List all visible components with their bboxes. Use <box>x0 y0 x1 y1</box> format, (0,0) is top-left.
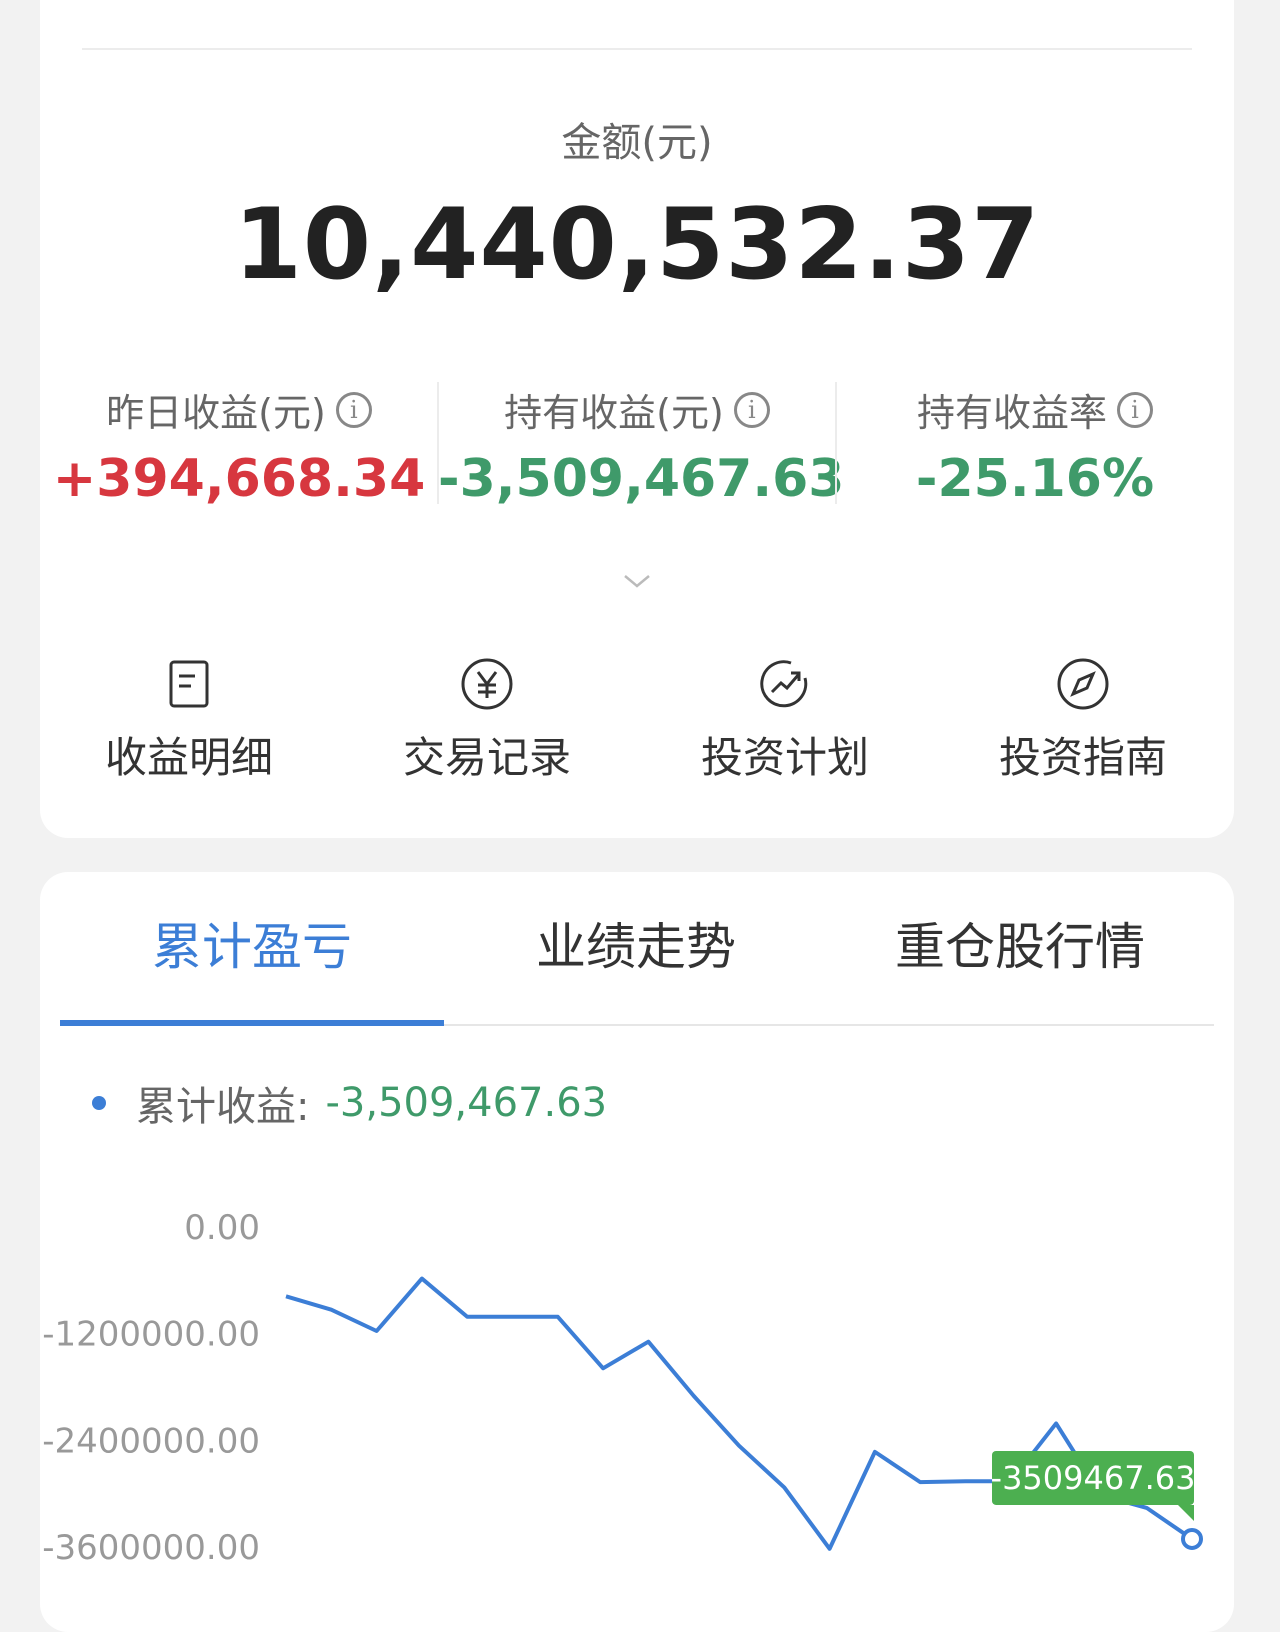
y-tick-label: -2400000.00 <box>42 1421 260 1461</box>
quick-actions: 收益明细 交易记录 投资计划 投资指南 <box>40 656 1234 806</box>
tooltip-pointer <box>1178 1504 1194 1521</box>
stat-yesterday-income: 昨日收益(元) i +394,668.34 <box>40 382 438 509</box>
action-trade-records[interactable]: 交易记录 <box>338 656 636 806</box>
legend-label: 累计收益: <box>136 1084 310 1130</box>
tooltip: -3509467.63 <box>991 1450 1196 1521</box>
data-points <box>1181 1527 1203 1550</box>
y-tick-label: -3600000.00 <box>42 1528 260 1568</box>
action-label: 收益明细 <box>104 733 273 782</box>
stat-value: -25.16% <box>915 449 1155 509</box>
tab-cumulative-pnl[interactable]: 累计盈亏 <box>60 902 444 1024</box>
chart-legend: 累计收益: -3,509,467.63 <box>92 1078 608 1130</box>
document-icon <box>169 660 209 708</box>
action-income-detail[interactable]: 收益明细 <box>40 656 338 806</box>
tab-top-holdings[interactable]: 重仓股行情 <box>828 902 1212 1024</box>
tab-performance-trend[interactable]: 业绩走势 <box>444 902 828 1024</box>
stat-label: 持有收益(元) <box>504 391 724 435</box>
stat-label: 昨日收益(元) <box>106 391 326 435</box>
legend-dot <box>92 1096 106 1110</box>
stat-holding-income: 持有收益(元) i -3,509,467.63 <box>438 382 844 509</box>
amount-value: 10,440,532.37 <box>233 188 1041 302</box>
stats-row: 昨日收益(元) i +394,668.34 持有收益(元) i -3,509,4… <box>40 382 1234 509</box>
asset-summary-card: 金额(元) 10,440,532.37 昨日收益(元) i +394,668.3… <box>40 0 1234 838</box>
yen-icon <box>461 658 513 710</box>
action-investment-plan[interactable]: 投资计划 <box>636 656 934 806</box>
action-label: 投资指南 <box>998 733 1167 782</box>
compass-icon <box>1057 658 1109 710</box>
trend-icon <box>760 660 808 708</box>
info-icon[interactable]: i <box>1117 391 1153 428</box>
stat-label: 持有收益率 <box>916 391 1107 435</box>
stat-value: +394,668.34 <box>52 449 426 509</box>
info-icon[interactable]: i <box>733 391 770 428</box>
y-axis: 0.00 -1200000.00 -2400000.00 -3600000.00 <box>42 1208 260 1568</box>
divider <box>82 48 1192 50</box>
tab-active-indicator <box>60 1020 444 1026</box>
chevron-down-icon[interactable] <box>623 568 651 596</box>
tooltip-value: -3509467.63 <box>991 1459 1196 1497</box>
action-label: 投资计划 <box>700 733 869 782</box>
stat-holding-rate: 持有收益率 i -25.16% <box>836 382 1234 509</box>
legend-value: -3,509,467.63 <box>325 1080 608 1126</box>
cumulative-pnl-chart[interactable]: 0.00 -1200000.00 -2400000.00 -3600000.00 -3… <box>40 1172 1234 1592</box>
last-point-marker <box>1181 1527 1203 1550</box>
stat-value: -3,509,467.63 <box>438 449 845 509</box>
y-tick-label: 0.00 <box>184 1208 260 1248</box>
action-investment-guide[interactable]: 投资指南 <box>934 656 1232 806</box>
info-icon[interactable]: i <box>335 391 372 428</box>
series-line <box>285 1276 1194 1551</box>
amount-label: 金额(元) <box>561 120 713 166</box>
action-label: 交易记录 <box>402 733 571 782</box>
y-tick-label: -1200000.00 <box>42 1315 260 1355</box>
performance-card: 累计盈亏 业绩走势 重仓股行情 累计收益: -3,509,467.63 0.00… <box>40 872 1234 1632</box>
tab-bar: 累计盈亏 业绩走势 重仓股行情 <box>60 902 1214 1026</box>
